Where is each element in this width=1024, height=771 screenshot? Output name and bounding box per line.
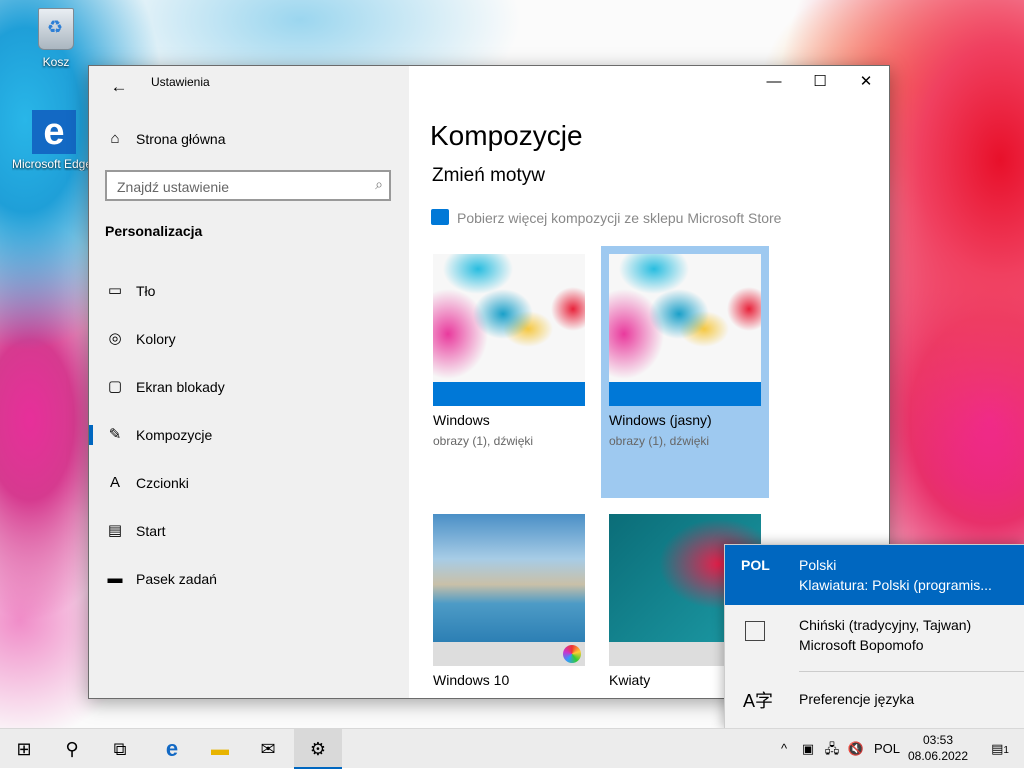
theme-accent-bar <box>433 642 585 666</box>
section-heading: Personalizacja <box>105 223 203 239</box>
action-center-button[interactable]: ▤1 <box>980 729 1020 769</box>
nav-colors-label: Kolory <box>136 331 176 347</box>
volume-muted-icon[interactable]: 🔇 <box>846 729 866 769</box>
recycle-bin-shortcut[interactable]: Kosz <box>16 8 96 69</box>
theme-name: Kwiaty <box>609 672 651 688</box>
theme-desc: obrazy (1), dźwięki <box>609 434 710 448</box>
language-name: Polski <box>799 557 837 573</box>
keyboard-layout: Microsoft Bopomofo <box>799 637 924 653</box>
store-link[interactable]: Pobierz więcej kompozycji ze sklepu Micr… <box>431 209 781 226</box>
edge-label: Microsoft Edge <box>12 157 92 171</box>
keyboard-layout: Klawiatura: Polski (programis... <box>799 577 992 593</box>
close-button[interactable]: ✕ <box>843 66 889 98</box>
start-icon: ▤ <box>107 522 123 539</box>
language-flyout: POL Polski Klawiatura: Polski (programis… <box>724 544 1024 730</box>
minimize-button[interactable]: — <box>751 66 797 98</box>
language-option-polish[interactable]: POL Polski Klawiatura: Polski (programis… <box>725 545 1024 605</box>
maximize-button[interactable]: ☐ <box>797 66 843 98</box>
theme-name: Windows <box>433 412 490 428</box>
back-button[interactable]: ← <box>104 72 134 102</box>
color-picker-icon <box>563 645 581 663</box>
language-indicator[interactable]: POL <box>870 729 904 769</box>
notification-count: 1 <box>1003 745 1009 756</box>
lock-screen-icon: ▢ <box>107 378 123 395</box>
nav-fonts-label: Czcionki <box>136 475 189 491</box>
nav-start[interactable]: ▤ Start <box>89 511 409 551</box>
settings-sidebar: ← Ustawienia ⌂ Strona główna ⌕ Personali… <box>89 66 409 698</box>
nav-themes[interactable]: ✎ Kompozycje <box>89 415 409 455</box>
taskbar-icon: ▬ <box>107 570 123 587</box>
edge-button[interactable]: e <box>148 729 196 769</box>
recycle-bin-icon <box>38 8 74 50</box>
nav-background-label: Tło <box>136 283 156 299</box>
notifications-icon: ▤ <box>991 741 1004 756</box>
theme-thumbnail <box>433 254 585 406</box>
mail-button[interactable]: ✉ <box>244 729 292 769</box>
start-button[interactable]: ⊞ <box>0 729 48 769</box>
clock[interactable]: 03:53 08.06.2022 <box>900 732 976 764</box>
theme-name: Windows 10 <box>433 672 510 688</box>
theme-card-windows-10[interactable]: Windows 10 <box>425 506 593 698</box>
nav-colors[interactable]: ◎ Kolory <box>89 319 409 359</box>
fonts-icon: A <box>109 474 120 491</box>
nav-lock-screen-label: Ekran blokady <box>136 379 225 395</box>
flyout-divider <box>799 671 1024 672</box>
theme-card-windows-light[interactable]: Windows (jasny) obrazy (1), dźwięki <box>601 246 769 498</box>
language-name: Chiński (tradycyjny, Tajwan) <box>799 617 972 633</box>
language-code: POL <box>741 557 770 573</box>
task-view-button[interactable]: ⧉ <box>96 729 144 769</box>
theme-accent-bar <box>609 382 761 406</box>
section-title: Zmień motyw <box>432 165 545 186</box>
nav-lock-screen[interactable]: ▢ Ekran blokady <box>89 367 409 407</box>
nav-home-label: Strona główna <box>136 131 226 147</box>
search-icon[interactable]: ⌕ <box>375 176 383 193</box>
nav-start-label: Start <box>136 523 166 539</box>
home-icon: ⌂ <box>110 130 120 147</box>
store-link-label: Pobierz więcej kompozycji ze sklepu Micr… <box>457 210 782 226</box>
search-button[interactable]: ⚲ <box>48 729 96 769</box>
tray-app-icon[interactable]: ▣ <box>798 729 818 769</box>
ime-icon <box>745 621 765 641</box>
recycle-bin-label: Kosz <box>42 55 70 69</box>
theme-desc: obrazy (1), dźwięki <box>433 434 534 448</box>
theme-accent-bar <box>433 382 585 406</box>
language-preferences-label: Preferencje języka <box>799 691 915 707</box>
theme-thumbnail <box>433 514 585 666</box>
edge-icon: e <box>32 110 76 154</box>
language-preferences-link[interactable]: A字 Preferencje języka <box>725 677 1024 721</box>
nav-themes-label: Kompozycje <box>136 427 213 443</box>
tray-chevron-icon[interactable]: ^ <box>774 729 794 769</box>
nav-background[interactable]: ▭ Tło <box>89 271 409 311</box>
language-option-chinese[interactable]: Chiński (tradycyjny, Tajwan) Microsoft B… <box>725 605 1024 665</box>
picture-icon: ▭ <box>107 282 123 299</box>
theme-card-windows[interactable]: Windows obrazy (1), dźwięki <box>425 246 593 498</box>
theme-name: Windows (jasny) <box>609 412 712 428</box>
search-input[interactable] <box>107 172 369 201</box>
taskbar: ⊞ ⚲ ⧉ e ▬ ✉ ⚙ ^ ▣ 🖧 🔇 POL 03:53 08.06.20… <box>0 728 1024 769</box>
settings-button[interactable]: ⚙ <box>294 729 342 769</box>
file-explorer-button[interactable]: ▬ <box>196 729 244 769</box>
nav-home[interactable]: ⌂ Strona główna <box>89 119 409 159</box>
nav-taskbar[interactable]: ▬ Pasek zadań <box>89 559 409 599</box>
window-title: Ustawienia <box>151 75 210 89</box>
edge-shortcut[interactable]: e Microsoft Edge <box>12 110 92 171</box>
palette-icon: ◎ <box>108 330 122 347</box>
settings-search[interactable]: ⌕ <box>105 170 391 201</box>
network-icon[interactable]: 🖧 <box>822 729 842 769</box>
language-icon: A字 <box>743 691 774 711</box>
clock-time: 03:53 <box>922 733 954 747</box>
page-title: Kompozycje <box>430 120 583 151</box>
clock-date: 08.06.2022 <box>907 749 969 763</box>
store-bag-icon <box>431 209 449 225</box>
nav-taskbar-label: Pasek zadań <box>136 571 217 587</box>
theme-thumbnail <box>609 254 761 406</box>
nav-fonts[interactable]: A Czcionki <box>89 463 409 503</box>
themes-icon: ✎ <box>108 426 122 443</box>
